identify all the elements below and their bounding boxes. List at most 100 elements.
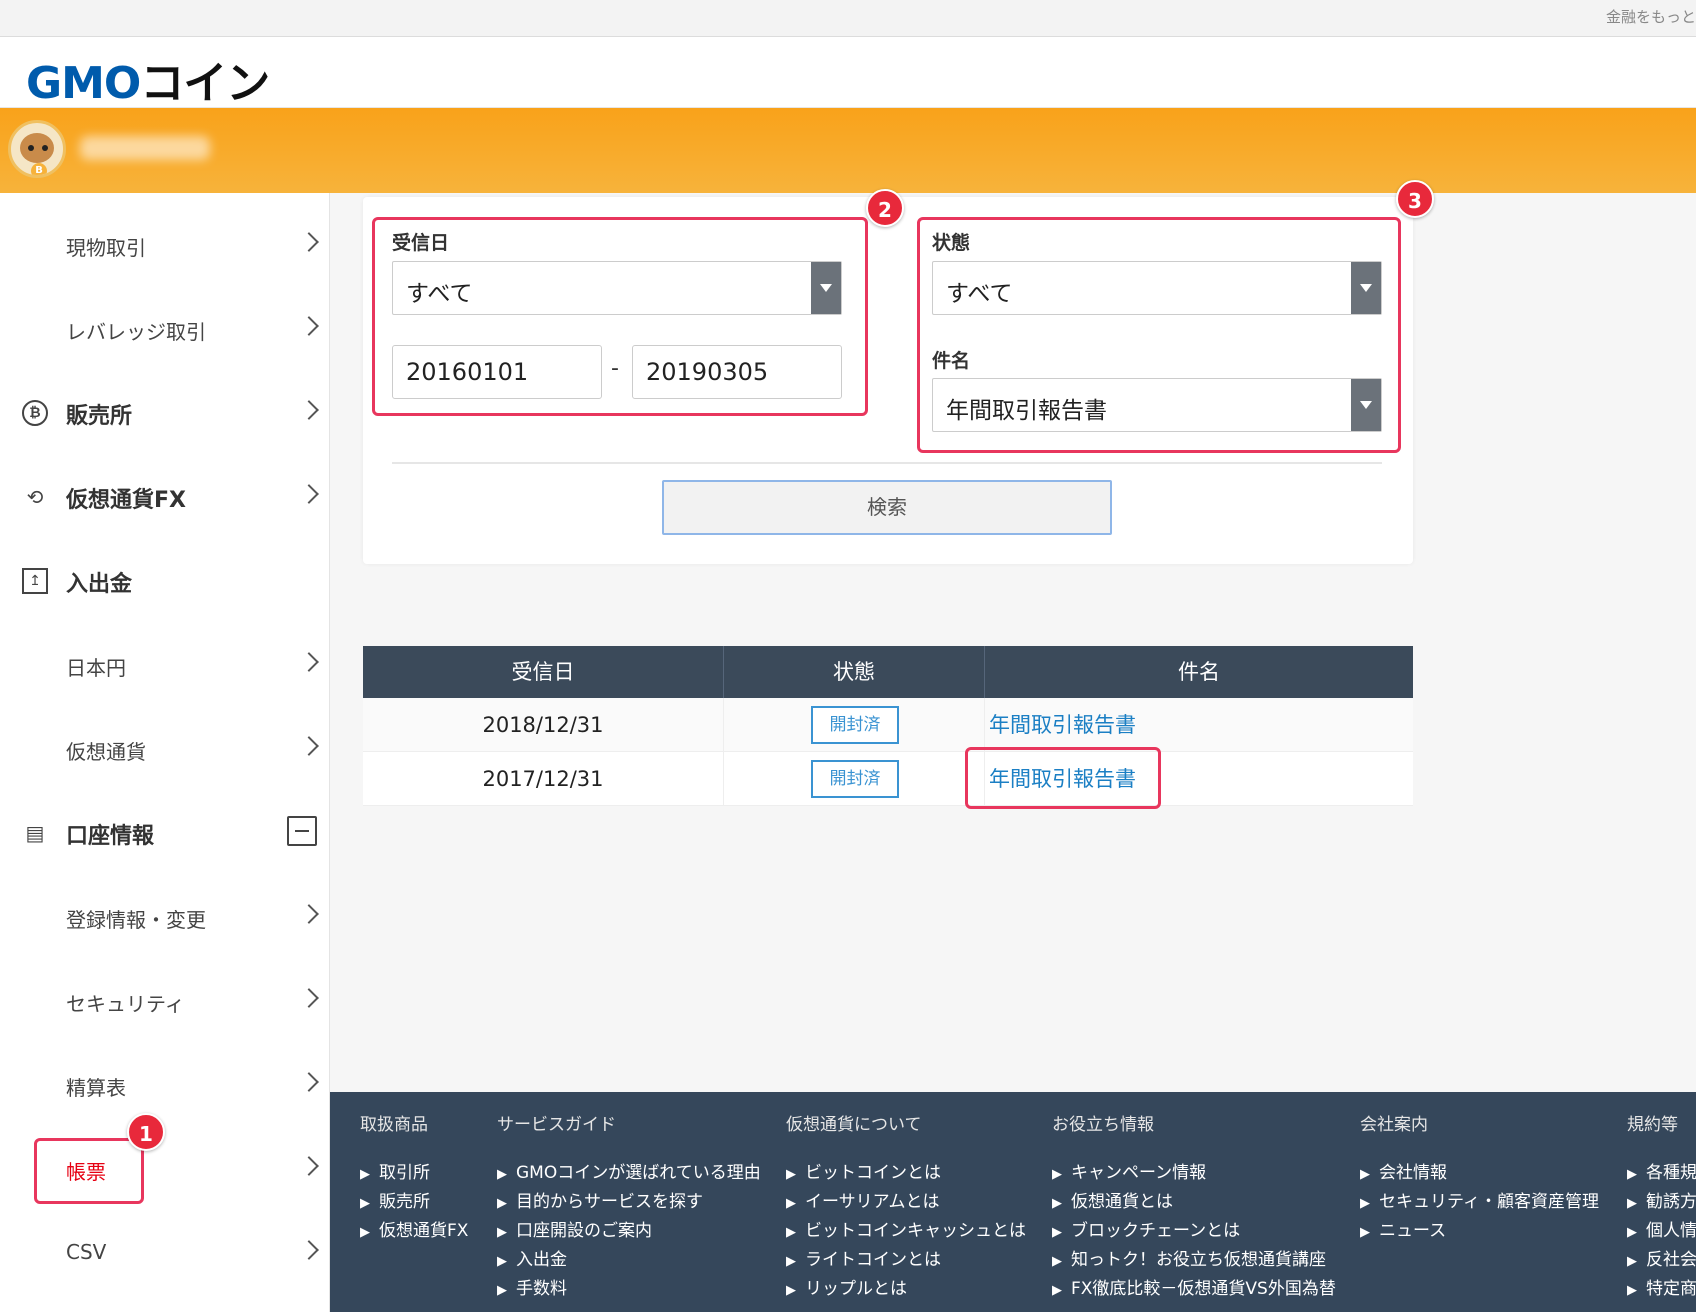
collapse-icon[interactable] [287, 816, 317, 846]
table-header: 受信日 状態 件名 [363, 646, 1413, 698]
footer-column-terms: 規約等 各種規 勧誘方 個人情 反社会 特定商 [1627, 1110, 1696, 1304]
footer-link[interactable]: 口座開設のご案内 [497, 1217, 761, 1246]
sidebar-item-registration[interactable]: 登録情報・変更 [0, 877, 330, 961]
select-value: すべて [406, 281, 473, 307]
chevron-right-icon [299, 400, 319, 420]
sidebar-item-sales[interactable]: ₿ 販売所 [0, 373, 330, 457]
date-from-input[interactable]: 20160101 [392, 345, 602, 399]
subject-label: 件名 [932, 350, 971, 372]
sidebar-item-label: 口座情報 [66, 824, 155, 849]
footer-link[interactable]: 会社情報 [1360, 1159, 1599, 1188]
report-link[interactable]: 年間取引報告書 [989, 752, 1409, 806]
search-button[interactable]: 検索 [662, 480, 1112, 535]
chevron-right-icon [299, 484, 319, 504]
account-icon: ▤ [25, 821, 45, 845]
subject-select[interactable]: 年間取引報告書 [932, 378, 1382, 432]
chevron-right-icon [299, 904, 319, 924]
table-row: 2018/12/31 開封済 年間取引報告書 [363, 698, 1413, 752]
table-row: 2017/12/31 開封済 年間取引報告書 [363, 752, 1413, 806]
footer-link[interactable]: 知っトク！お役立ち仮想通貨講座 [1052, 1246, 1336, 1275]
status-label: 状態 [932, 232, 971, 254]
received-date-select[interactable]: すべて [392, 261, 842, 315]
footer-link[interactable]: GMOコインが選ばれている理由 [497, 1159, 761, 1188]
footer-link[interactable]: 取引所 [360, 1159, 468, 1188]
footer-link[interactable]: ニュース [1360, 1217, 1599, 1246]
footer-link[interactable]: 入出金 [497, 1246, 761, 1275]
footer-link[interactable]: 目的からサービスを探す [497, 1188, 761, 1217]
footer-link[interactable]: セキュリティ・顧客資産管理 [1360, 1188, 1599, 1217]
chevron-right-icon [299, 988, 319, 1008]
footer-heading: 会社案内 [1360, 1115, 1428, 1135]
footer-link[interactable]: リップルとは [786, 1275, 1026, 1304]
sidebar-item-spot-trading[interactable]: 現物取引 [0, 205, 330, 289]
sidebar-item-label: 仮想通貨 [66, 740, 146, 764]
bitcoin-icon: ₿ [22, 400, 48, 426]
annotation-badge-3: 3 [1396, 180, 1434, 218]
footer-link[interactable]: キャンペーン情報 [1052, 1159, 1336, 1188]
exchange-icon: ⟲ [26, 485, 44, 509]
row-status-cell: 開封済 [723, 752, 985, 806]
footer-link[interactable]: 特定商 [1627, 1275, 1696, 1304]
sidebar-item-crypto[interactable]: 仮想通貨 [0, 709, 330, 793]
footer-link[interactable]: 個人情 [1627, 1217, 1696, 1246]
opened-status-badge: 開封済 [811, 760, 899, 798]
footer-link[interactable]: 反社会 [1627, 1246, 1696, 1275]
username-blurred [80, 136, 210, 160]
footer-link[interactable]: 勧誘方 [1627, 1188, 1696, 1217]
chevron-right-icon [299, 1072, 319, 1092]
sidebar-item-label: CSV [66, 1240, 107, 1264]
sidebar-item-jpy[interactable]: 日本円 [0, 625, 330, 709]
avatar[interactable]: B [8, 120, 66, 178]
sidebar-item-label: 販売所 [66, 404, 133, 429]
annotation-badge-2: 2 [866, 189, 904, 227]
sidebar-item-statement[interactable]: 精算表 [0, 1045, 330, 1129]
sidebar-item-csv[interactable]: CSV [0, 1213, 330, 1297]
footer-link[interactable]: 販売所 [360, 1188, 468, 1217]
date-to-input[interactable]: 20190305 [632, 345, 842, 399]
status-select[interactable]: すべて [932, 261, 1382, 315]
footer-heading: サービスガイド [497, 1115, 616, 1135]
chevron-right-icon [299, 1240, 319, 1260]
footer-column-products: 取扱商品 取引所 販売所 仮想通貨FX [360, 1110, 468, 1246]
sidebar-item-reports[interactable]: 帳票 [0, 1129, 330, 1213]
dropdown-arrow-icon [1351, 379, 1381, 431]
chevron-right-icon [299, 316, 319, 336]
footer-link[interactable]: 仮想通貨FX [360, 1217, 468, 1246]
footer-heading: 仮想通貨について [786, 1115, 922, 1135]
chevron-right-icon [299, 736, 319, 756]
chevron-right-icon [299, 232, 319, 252]
footer-link[interactable]: 手数料 [497, 1275, 761, 1304]
column-header-status: 状態 [723, 646, 985, 698]
sidebar-item-security[interactable]: セキュリティ [0, 961, 330, 1045]
footer-link[interactable]: FX徹底比較－仮想通貨VS外国為替 [1052, 1275, 1336, 1304]
deposit-icon: ↥ [22, 568, 48, 594]
user-banner: B [0, 108, 1696, 193]
top-bar: 金融をもっと [0, 0, 1696, 37]
annotation-badge-1: 1 [127, 1113, 165, 1151]
sidebar-item-leverage-trading[interactable]: レバレッジ取引 [0, 289, 330, 373]
dropdown-arrow-icon [811, 262, 841, 314]
row-date: 2018/12/31 [482, 713, 604, 737]
sidebar-item-account-info[interactable]: ▤ 口座情報 [0, 793, 330, 877]
footer-column-crypto: 仮想通貨について ビットコインとは イーサリアムとは ビットコインキャッシュとは… [786, 1110, 1026, 1304]
footer-link[interactable]: 仮想通貨とは [1052, 1188, 1336, 1217]
date-separator: - [611, 356, 619, 381]
footer-link[interactable]: ブロックチェーンとは [1052, 1217, 1336, 1246]
dropdown-arrow-icon [1351, 262, 1381, 314]
footer-link[interactable]: イーサリアムとは [786, 1188, 1026, 1217]
footer-link[interactable]: ビットコインとは [786, 1159, 1026, 1188]
report-link[interactable]: 年間取引報告書 [989, 698, 1409, 752]
results-table: 受信日 状態 件名 2018/12/31 開封済 年間取引報告書 2017/12… [363, 646, 1413, 806]
sidebar-item-deposit-withdraw: ↥ 入出金 [0, 541, 330, 625]
footer-column-company: 会社案内 会社情報 セキュリティ・顧客資産管理 ニュース [1360, 1110, 1599, 1246]
sidebar-item-label: 精算表 [66, 1076, 126, 1100]
footer-link[interactable]: 各種規 [1627, 1159, 1696, 1188]
sidebar-item-label: 仮想通貨FX [66, 488, 186, 513]
sidebar: 現物取引 レバレッジ取引 ₿ 販売所 ⟲ 仮想通貨FX ↥ 入出金 日本円 仮想… [0, 193, 330, 1312]
sidebar-item-label: 帳票 [66, 1160, 106, 1184]
gmo-coin-logo[interactable]: GMOコイン [26, 47, 270, 111]
sidebar-item-label: 登録情報・変更 [66, 908, 206, 932]
sidebar-item-crypto-fx[interactable]: ⟲ 仮想通貨FX [0, 457, 330, 541]
footer-link[interactable]: ライトコインとは [786, 1246, 1026, 1275]
footer-link[interactable]: ビットコインキャッシュとは [786, 1217, 1026, 1246]
